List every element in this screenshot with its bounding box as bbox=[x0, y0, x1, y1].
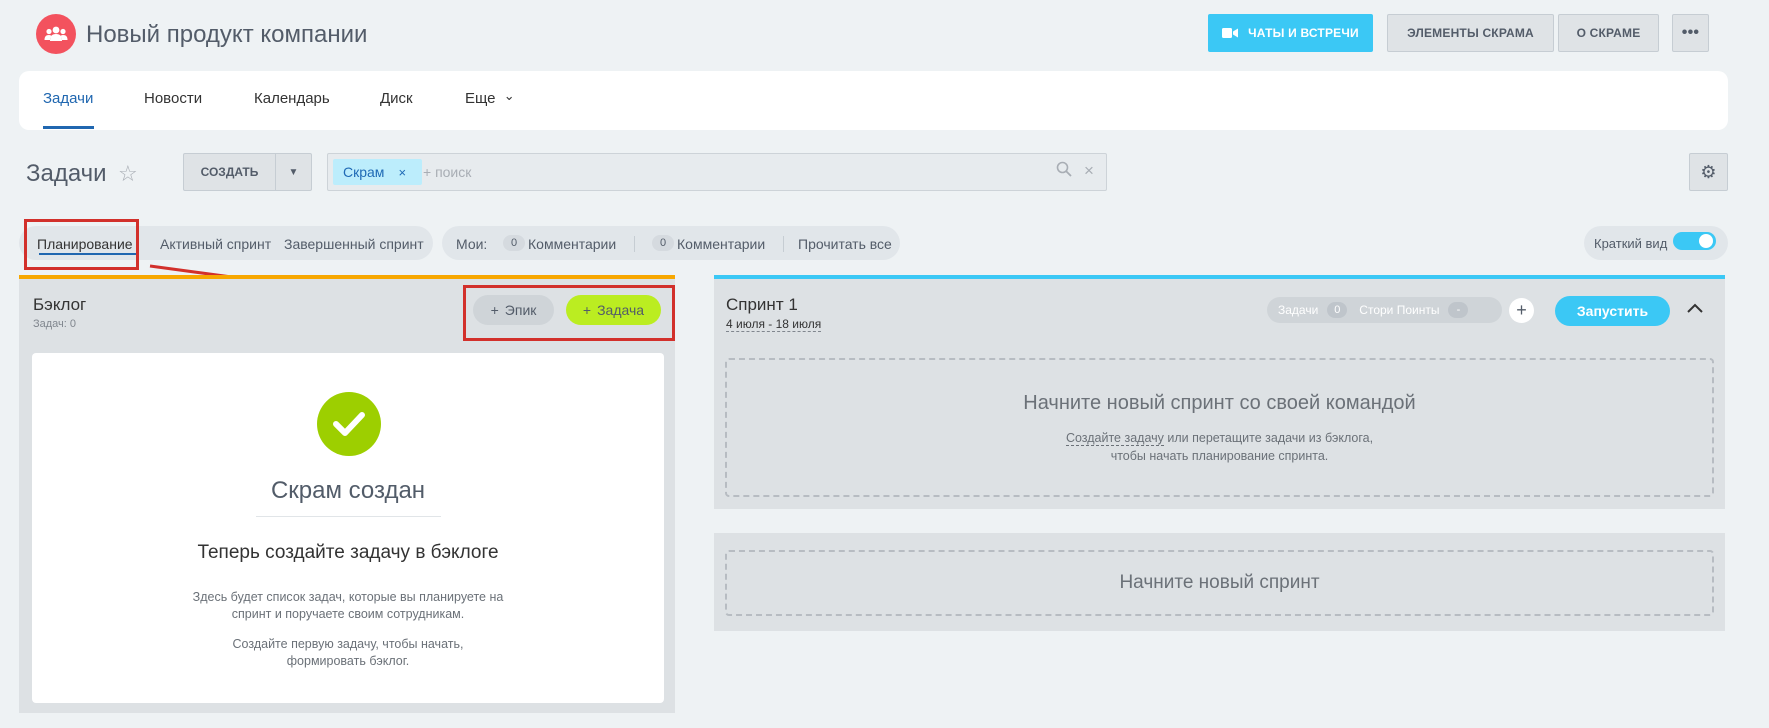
annotation-box-add-buttons bbox=[463, 285, 675, 341]
check-icon bbox=[317, 392, 381, 456]
create-task-link[interactable]: Создайте задачу bbox=[1065, 431, 1164, 446]
new-sprint-panel: Начните новый спринт bbox=[714, 533, 1725, 631]
new-sprint-button[interactable]: Начните новый спринт bbox=[725, 550, 1714, 616]
backlog-empty-card: Скрам создан Теперь создайте задачу в бэ… bbox=[32, 353, 664, 703]
scrum-created-title: Скрам создан bbox=[270, 477, 426, 504]
backlog-title: Бэклог bbox=[33, 295, 87, 314]
hint-text-line: формировать бэклог. bbox=[286, 654, 410, 668]
hint-text-line: Создайте первую задачу, чтобы начать, bbox=[232, 637, 464, 651]
divider bbox=[256, 516, 441, 517]
story-points-label: Стори Поинты bbox=[1359, 303, 1440, 317]
sprint-add-icon[interactable]: + bbox=[1509, 298, 1534, 323]
chevron-up-icon[interactable] bbox=[1687, 297, 1703, 318]
story-points-value: - bbox=[1448, 302, 1469, 318]
sprint-title: Спринт 1 bbox=[726, 295, 798, 314]
sprint-stats: Задачи 0 Стори Поинты - bbox=[1267, 297, 1502, 323]
sprint-drop-title: Начните новый спринт со своей командой bbox=[1023, 392, 1416, 414]
sprint-drop-text: Создайте задачу или перетащите задачи из… bbox=[727, 431, 1712, 446]
hint-text-line: Здесь будет список задач, которые вы пла… bbox=[192, 590, 504, 604]
sprint-tasks-label: Задачи bbox=[1278, 303, 1319, 317]
sprint-panel: Спринт 1 4 июля - 18 июля Задачи 0 Стори… bbox=[714, 275, 1725, 509]
backlog-task-count: Задач: 0 bbox=[33, 318, 77, 330]
sprint-drop-zone[interactable]: Начните новый спринт со своей командой С… bbox=[725, 358, 1714, 497]
sprint-tasks-count: 0 bbox=[1327, 302, 1348, 318]
sprint-dates[interactable]: 4 июля - 18 июля bbox=[726, 317, 822, 332]
sprint-drop-text-2: чтобы начать планирование спринта. bbox=[1110, 449, 1329, 463]
sprint-drop-text-rest: или перетащите задачи из бэклога, bbox=[1163, 431, 1374, 445]
create-task-hint-title: Теперь создайте задачу в бэклоге bbox=[197, 542, 499, 563]
hint-text-line: спринт и поручаете своим сотрудникам. bbox=[231, 607, 465, 621]
start-sprint-button[interactable]: Запустить bbox=[1555, 296, 1670, 326]
